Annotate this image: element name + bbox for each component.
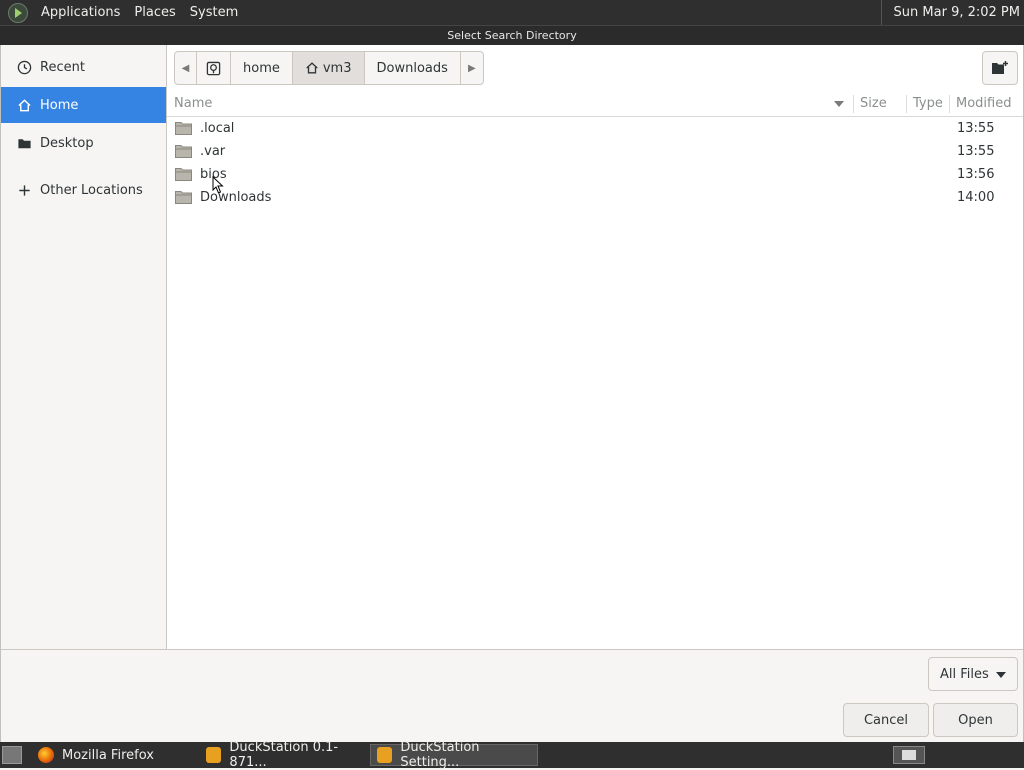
places-sidebar: Recent Home Desktop Other Locations (1, 45, 167, 649)
column-divider (853, 95, 854, 113)
path-segment-vm3[interactable]: vm3 (292, 52, 365, 84)
filesystem-root-button[interactable] (197, 52, 231, 84)
column-header: Name Size Type Modified (167, 91, 1023, 117)
column-divider (906, 95, 907, 113)
taskbar: Mozilla Firefox DuckStation 0.1-871... D… (0, 740, 1024, 770)
firefox-icon (38, 747, 54, 763)
folder-icon (175, 191, 192, 204)
workspace-switcher[interactable] (893, 746, 925, 764)
path-scroll-right-button[interactable]: ▶ (461, 52, 483, 84)
file-browser: ◀ home vm3 Downloads ▶ Name Size Type Mo… (167, 45, 1023, 649)
top-panel: Applications Places System Sun Mar 9, 2:… (0, 0, 1024, 25)
applications-logo-icon[interactable] (8, 2, 28, 23)
taskbar-item-label: Mozilla Firefox (62, 747, 154, 763)
file-modified: 13:55 (957, 144, 995, 159)
dialog-title: Select Search Directory (0, 25, 1024, 45)
dialog-footer: All Files Cancel Open (1, 649, 1023, 742)
folder-icon (175, 145, 192, 158)
file-name: Downloads (200, 190, 272, 205)
duckstation-icon (377, 747, 393, 763)
taskbar-item-duckstation[interactable]: DuckStation 0.1-871... (200, 740, 370, 770)
file-modified: 13:55 (957, 121, 995, 136)
file-row[interactable]: .var 13:55 (167, 140, 1023, 163)
path-bar: ◀ home vm3 Downloads ▶ (174, 51, 484, 85)
file-modified: 14:00 (957, 190, 995, 205)
column-size[interactable]: Size (860, 91, 887, 117)
path-scroll-left-button[interactable]: ◀ (175, 52, 197, 84)
clock-icon (15, 58, 33, 76)
column-name[interactable]: Name (174, 91, 212, 117)
path-segment-downloads[interactable]: Downloads (365, 52, 461, 84)
taskbar-item-label: DuckStation 0.1-871... (229, 740, 339, 770)
file-row[interactable]: Downloads 14:00 (167, 186, 1023, 209)
clock[interactable]: Sun Mar 9, 2:02 PM (880, 0, 1020, 25)
file-name: .var (200, 144, 226, 159)
file-chooser-dialog: Recent Home Desktop Other Locations ◀ ho… (0, 45, 1024, 742)
column-type[interactable]: Type (913, 91, 943, 117)
column-modified[interactable]: Modified (956, 91, 1011, 117)
cancel-button[interactable]: Cancel (843, 703, 929, 737)
folder-icon (15, 134, 33, 152)
taskbar-item-label: DuckStation Setting... (400, 740, 480, 770)
home-icon (15, 96, 33, 114)
folder-icon (175, 122, 192, 135)
sidebar-item-label: Other Locations (40, 182, 143, 198)
file-name: .local (200, 121, 235, 136)
system-menu[interactable]: System (183, 0, 245, 25)
chevron-down-icon (996, 672, 1006, 678)
file-filter-dropdown[interactable]: All Files (928, 657, 1018, 691)
disk-icon (206, 61, 221, 75)
places-menu[interactable]: Places (127, 0, 182, 25)
sort-descending-icon (834, 101, 844, 107)
mouse-cursor-icon (212, 176, 224, 194)
taskbar-item-firefox[interactable]: Mozilla Firefox (32, 744, 202, 766)
plus-icon (15, 181, 33, 199)
sidebar-item-home[interactable]: Home (1, 87, 166, 123)
show-desktop-button[interactable] (2, 746, 22, 764)
new-folder-icon (992, 61, 1008, 74)
column-divider (949, 95, 950, 113)
file-list: .local 13:55 .var 13:55 bios 13:56 Downl… (167, 117, 1023, 209)
new-folder-button[interactable] (982, 51, 1018, 85)
folder-icon (175, 168, 192, 181)
sidebar-item-label: Home (40, 97, 79, 113)
sidebar-item-other-locations[interactable]: Other Locations (1, 172, 166, 208)
duckstation-icon (206, 747, 222, 763)
open-button[interactable]: Open (933, 703, 1018, 737)
taskbar-item-duckstation-settings[interactable]: DuckStation Setting... (370, 740, 538, 770)
path-segment-home[interactable]: home (231, 52, 293, 84)
sidebar-item-desktop[interactable]: Desktop (1, 125, 166, 161)
sidebar-item-label: Desktop (40, 135, 94, 151)
file-row[interactable]: .local 13:55 (167, 117, 1023, 140)
file-row[interactable]: bios 13:56 (167, 163, 1023, 186)
sidebar-item-recent[interactable]: Recent (1, 49, 166, 85)
file-modified: 13:56 (957, 167, 995, 182)
sidebar-item-label: Recent (40, 59, 85, 75)
home-icon (306, 62, 318, 74)
file-filter-value: All Files (940, 666, 989, 682)
applications-menu[interactable]: Applications (34, 0, 127, 25)
path-segment-label: vm3 (322, 60, 352, 76)
